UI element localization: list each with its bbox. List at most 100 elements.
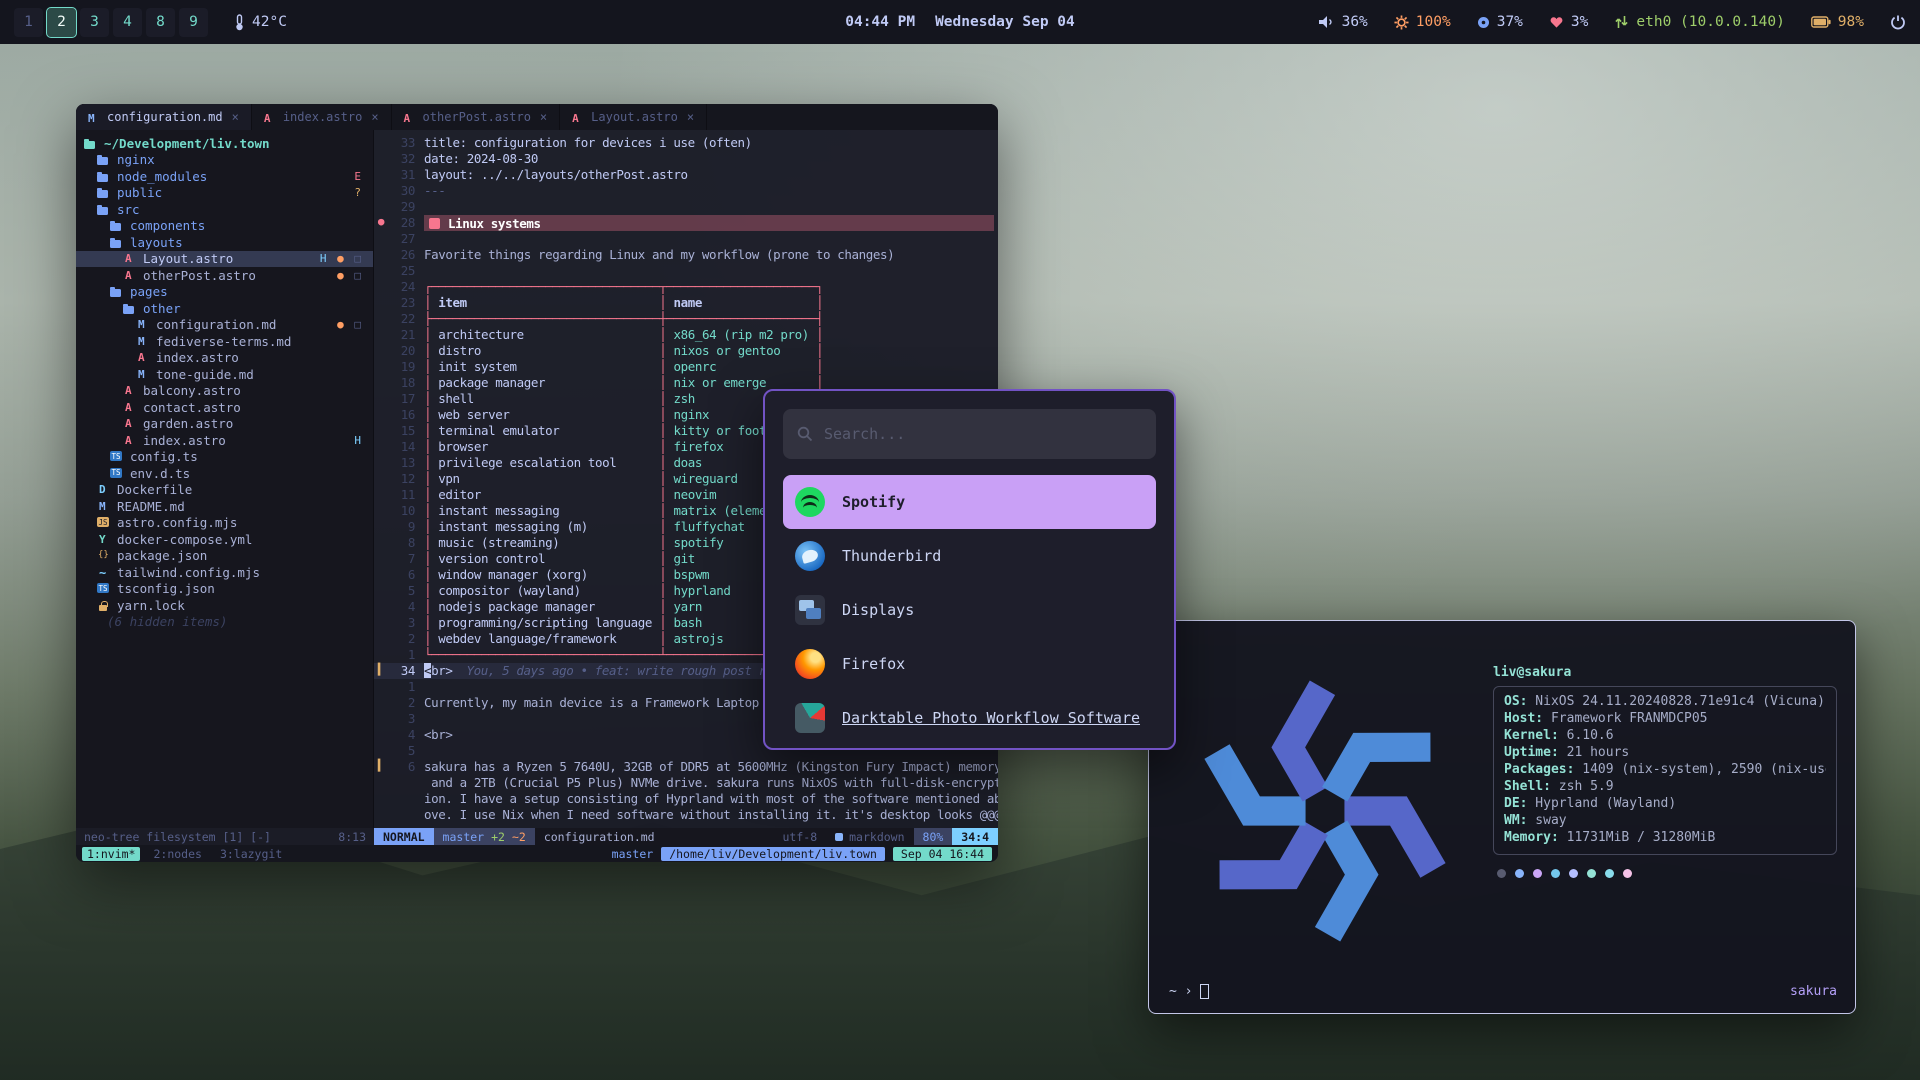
- tree-item-package-json[interactable]: package.json: [76, 548, 373, 565]
- tab-close-icon[interactable]: ×: [687, 110, 694, 124]
- neo-tree-status-position: 8:13: [338, 830, 366, 844]
- tree-item-index-astro[interactable]: index.astro: [76, 350, 373, 367]
- astro-file-icon: [123, 417, 137, 430]
- tree-item-otherpost-astro[interactable]: otherPost.astro● □: [76, 267, 373, 284]
- tmux-window-list: 1:nvim* 2:nodes 3:lazygit: [82, 847, 287, 861]
- tree-item-fediverse-terms-md[interactable]: fediverse-terms.md: [76, 333, 373, 350]
- fetch-fields: OS: NixOS 24.11.20240828.71e91c4 (Vicuna…: [1493, 686, 1837, 855]
- tree-item-node-modules[interactable]: node_modulesE: [76, 168, 373, 185]
- tree-item-garden-astro[interactable]: garden.astro: [76, 416, 373, 433]
- line-number: 13: [388, 455, 424, 471]
- brightness-level: 100%: [1416, 14, 1451, 30]
- line-content: ---: [424, 183, 445, 199]
- launcher-item-displays[interactable]: Displays: [783, 583, 1156, 637]
- sign-column: [374, 311, 388, 327]
- cpu-module[interactable]: 3%: [1549, 14, 1588, 30]
- shell-prompt[interactable]: ~ ›: [1169, 984, 1209, 999]
- line-number: 28: [388, 215, 424, 231]
- network-module[interactable]: eth0 (10.0.0.140): [1614, 14, 1784, 30]
- tmux-window[interactable]: 3:lazygit: [215, 847, 287, 861]
- editor-tab[interactable]: configuration.md×: [76, 104, 252, 130]
- json-file-icon: [97, 549, 111, 562]
- file-tree[interactable]: ~/Development/liv.townnginxnode_modulesE…: [76, 130, 374, 828]
- brightness-module[interactable]: 100%: [1394, 14, 1451, 30]
- tree-item-dockerfile[interactable]: Dockerfile: [76, 482, 373, 499]
- penguin-icon: [429, 218, 440, 229]
- astro-file-icon: [123, 434, 137, 447]
- launcher-item-spotify[interactable]: Spotify: [783, 475, 1156, 529]
- tree-item-contact-astro[interactable]: contact.astro: [76, 399, 373, 416]
- tree-item-balcony-astro[interactable]: balcony.astro: [76, 383, 373, 400]
- tree-item-configuration-md[interactable]: configuration.md● □: [76, 317, 373, 334]
- palette-dot: [1533, 869, 1542, 878]
- line-content: and a 2TB (Crucial P5 Plus) NVMe drive. …: [424, 775, 998, 791]
- tree-item-docker-compose-yml[interactable]: docker-compose.yml: [76, 531, 373, 548]
- buffer-line: 27: [374, 231, 998, 247]
- tree-item--development-liv-town[interactable]: ~/Development/liv.town: [76, 135, 373, 152]
- git-status-badge: E: [354, 170, 363, 183]
- volume-module[interactable]: 36%: [1318, 14, 1368, 30]
- tree-item-label: components: [130, 218, 205, 233]
- workspace-8[interactable]: 8: [146, 8, 175, 37]
- sign-column: [374, 327, 388, 343]
- tree-item--6-hidden-items-[interactable]: (6 hidden items): [76, 614, 373, 631]
- tree-item-other[interactable]: other: [76, 300, 373, 317]
- editor-tab[interactable]: index.astro×: [252, 104, 392, 130]
- battery-module[interactable]: 98%: [1811, 14, 1864, 30]
- git-status-badge: ● □: [337, 269, 363, 282]
- workspace-1[interactable]: 1: [14, 8, 43, 37]
- tmux-window[interactable]: 1:nvim*: [82, 847, 140, 861]
- buffer-line: ▍6sakura has a Ryzen 5 7640U, 32GB of DD…: [374, 759, 998, 775]
- launcher-search-field[interactable]: Search...: [783, 409, 1156, 459]
- tree-item-public[interactable]: public?: [76, 185, 373, 202]
- sign-column: [374, 711, 388, 727]
- workspace-switcher: 123489: [14, 8, 208, 37]
- fetch-field-value: 21 hours: [1559, 745, 1629, 760]
- tree-item-tone-guide-md[interactable]: tone-guide.md: [76, 366, 373, 383]
- tree-item-env-d-ts[interactable]: env.d.ts: [76, 465, 373, 482]
- tree-item-astro-config-mjs[interactable]: astro.config.mjs: [76, 515, 373, 532]
- markdown-icon: [835, 833, 843, 841]
- tab-close-icon[interactable]: ×: [232, 110, 239, 124]
- tmux-window[interactable]: 2:nodes: [148, 847, 206, 861]
- tree-item-label: fediverse-terms.md: [156, 334, 291, 349]
- workspace-3[interactable]: 3: [80, 8, 109, 37]
- tree-item-yarn-lock[interactable]: yarn.lock: [76, 597, 373, 614]
- memory-module[interactable]: 37%: [1477, 14, 1523, 30]
- md-file-icon: [136, 318, 150, 331]
- buffer-line: 26Favorite things regarding Linux and my…: [374, 247, 998, 263]
- tree-item-readme-md[interactable]: README.md: [76, 498, 373, 515]
- buffer-line: 22├────────────────────────────────┼────…: [374, 311, 998, 327]
- tree-item-config-ts[interactable]: config.ts: [76, 449, 373, 466]
- fetch-field-value: sway: [1527, 813, 1566, 828]
- workspace-2[interactable]: 2: [47, 8, 76, 37]
- line-number: 34: [388, 663, 424, 679]
- tree-item-layout-astro[interactable]: Layout.astroH ● □: [76, 251, 373, 268]
- fetch-field-shell: Shell: zsh 5.9: [1504, 779, 1826, 796]
- line-number: 25: [388, 263, 424, 279]
- launcher-item-darktable[interactable]: Darktable Photo Workflow Software: [783, 691, 1156, 745]
- tree-item-tsconfig-json[interactable]: tsconfig.json: [76, 581, 373, 598]
- tree-item-nginx[interactable]: nginx: [76, 152, 373, 169]
- line-number: 18: [388, 375, 424, 391]
- launcher-item-label: Displays: [842, 601, 914, 619]
- tree-item-src[interactable]: src: [76, 201, 373, 218]
- file-encoding: utf-8: [774, 828, 827, 845]
- tree-item-index-astro[interactable]: index.astroH: [76, 432, 373, 449]
- launcher-item-firefox[interactable]: Firefox: [783, 637, 1156, 691]
- workspace-9[interactable]: 9: [179, 8, 208, 37]
- editor-tab[interactable]: Layout.astro×: [560, 104, 707, 130]
- workspace-4[interactable]: 4: [113, 8, 142, 37]
- launcher-item-thunderbird[interactable]: Thunderbird: [783, 529, 1156, 583]
- terminal-session-name: sakura: [1790, 984, 1837, 999]
- tab-close-icon[interactable]: ×: [540, 110, 547, 124]
- tree-item-layouts[interactable]: layouts: [76, 234, 373, 251]
- tree-item-components[interactable]: components: [76, 218, 373, 235]
- clock-date: Wednesday Sep 04: [935, 14, 1075, 30]
- tree-item-pages[interactable]: pages: [76, 284, 373, 301]
- power-module[interactable]: [1890, 14, 1906, 30]
- tmux-statusbar: 1:nvim*2:nodes3:lazygit master /home/liv…: [76, 845, 998, 862]
- tab-close-icon[interactable]: ×: [371, 110, 378, 124]
- editor-tab[interactable]: otherPost.astro×: [392, 104, 561, 130]
- tree-item-tailwind-config-mjs[interactable]: tailwind.config.mjs: [76, 564, 373, 581]
